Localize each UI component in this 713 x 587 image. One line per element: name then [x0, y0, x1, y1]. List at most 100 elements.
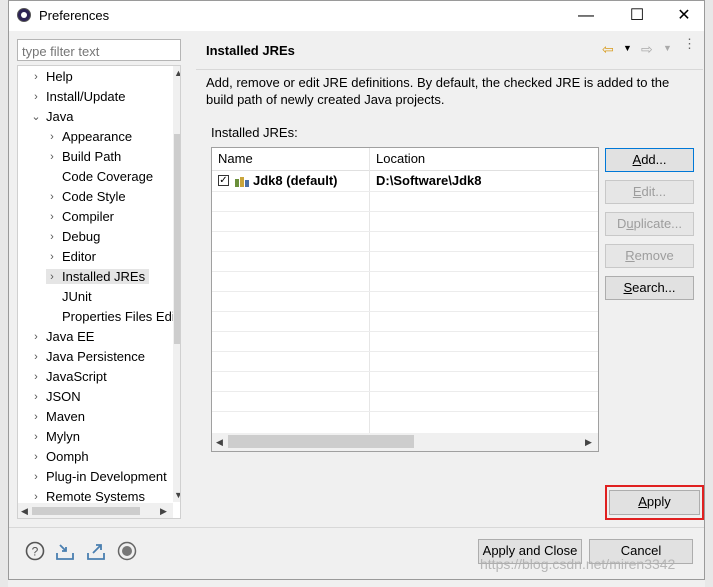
search-button[interactable]: Search...: [605, 276, 694, 300]
table-horizontal-scrollbar[interactable]: ◀ ▶: [212, 433, 598, 451]
chevron-right-icon[interactable]: ›: [30, 467, 42, 487]
edit-button[interactable]: Edit...: [605, 180, 694, 204]
record-icon[interactable]: [117, 541, 137, 561]
minimize-button[interactable]: —: [576, 6, 596, 26]
add-button[interactable]: Add...: [605, 148, 694, 172]
scroll-thumb[interactable]: [228, 435, 414, 448]
maximize-button[interactable]: ☐: [627, 6, 647, 26]
tree-item[interactable]: › JSON: [30, 387, 85, 407]
preference-tree: › Help › Install/Update ⌄ Java › Appearance › Bui…: [17, 65, 181, 519]
grid-line: [212, 331, 598, 332]
filter-input[interactable]: [20, 41, 182, 61]
tree-item[interactable]: › Java Persistence: [30, 347, 149, 367]
default-jre-checkbox[interactable]: ✓: [218, 175, 229, 186]
tree-item[interactable]: › Build Path: [46, 147, 125, 167]
tree-item[interactable]: › Appearance: [46, 127, 136, 147]
tree-item[interactable]: › Installed JREs: [46, 267, 150, 287]
chevron-right-icon[interactable]: ›: [30, 87, 42, 107]
scroll-thumb[interactable]: [32, 507, 140, 515]
apply-button[interactable]: Apply: [609, 490, 700, 515]
tree-item[interactable]: › Code Style: [46, 187, 130, 207]
scroll-right-icon[interactable]: ▶: [160, 506, 167, 517]
tree-item[interactable]: ⌄ Java: [30, 107, 77, 127]
help-icon[interactable]: ?: [25, 541, 45, 561]
tree-item[interactable]: › Java EE: [30, 327, 98, 347]
tree-item-label: Appearance: [62, 129, 133, 144]
scroll-down-icon[interactable]: ▼: [174, 490, 180, 500]
tree-item[interactable]: › JavaScript: [30, 367, 111, 387]
scroll-left-icon[interactable]: ◀: [21, 506, 28, 517]
chevron-down-icon[interactable]: ⌄: [30, 107, 42, 127]
tree-item-label: Remote Systems: [46, 489, 145, 504]
scroll-right-icon[interactable]: ▶: [585, 437, 592, 448]
tree-item[interactable]: Properties Files Edi: [46, 307, 179, 327]
tree-item[interactable]: Code Coverage: [46, 167, 157, 187]
watermark: https://blog.csdn.net/miren3342: [480, 556, 676, 572]
chevron-right-icon[interactable]: ›: [30, 347, 42, 367]
tree-horizontal-scrollbar[interactable]: ◀ ▶: [18, 503, 173, 518]
chevron-right-icon[interactable]: ›: [46, 247, 58, 267]
chevron-right-icon[interactable]: ›: [46, 147, 58, 167]
grid-line: [212, 291, 598, 292]
grid-line: [212, 271, 598, 272]
tree-item[interactable]: › Maven: [30, 407, 89, 427]
chevron-right-icon[interactable]: ›: [46, 127, 58, 147]
chevron-right-icon[interactable]: ›: [46, 207, 58, 227]
background-window-edge-right: [705, 0, 713, 587]
tree-item-label: Plug-in Development: [46, 469, 167, 484]
table-row[interactable]: ✓ Jdk8 (default) D:\Software\Jdk8: [212, 171, 598, 191]
tree-item[interactable]: › Debug: [46, 227, 104, 247]
tree-item-label: Properties Files Edi: [62, 309, 175, 324]
grid-line: [212, 231, 598, 232]
chevron-right-icon[interactable]: ›: [30, 407, 42, 427]
chevron-right-icon[interactable]: ›: [30, 367, 42, 387]
tree-item-label: JUnit: [62, 289, 92, 304]
import-icon[interactable]: [55, 541, 75, 561]
view-menu-icon[interactable]: ⋮: [683, 37, 696, 50]
page-title: Installed JREs: [206, 43, 295, 58]
divider: [196, 69, 703, 70]
column-header-location[interactable]: Location: [376, 151, 425, 166]
chevron-right-icon[interactable]: ›: [30, 427, 42, 447]
column-header-name[interactable]: Name: [218, 151, 253, 166]
jre-library-icon: [235, 177, 249, 187]
chevron-right-icon[interactable]: ›: [46, 227, 58, 247]
chevron-right-icon[interactable]: ›: [30, 387, 42, 407]
eclipse-icon: [17, 8, 31, 22]
tree-item[interactable]: › Compiler: [46, 207, 118, 227]
background-window-edge: [0, 0, 8, 587]
page-description: Add, remove or edit JRE definitions. By …: [206, 75, 670, 107]
installed-jres-label: Installed JREs:: [211, 125, 298, 140]
chevron-right-icon[interactable]: ›: [30, 67, 42, 87]
duplicate-button[interactable]: Duplicate...: [605, 212, 694, 236]
tree-item-label: Code Coverage: [62, 169, 154, 184]
tree-item[interactable]: › Mylyn: [30, 427, 84, 447]
export-icon[interactable]: [86, 541, 106, 561]
filter-box[interactable]: [17, 39, 182, 61]
back-menu-chevron-icon[interactable]: ▼: [623, 43, 632, 53]
forward-menu-chevron-icon[interactable]: ▼: [663, 43, 672, 53]
jre-name: Jdk8 (default): [253, 173, 338, 188]
tree-item[interactable]: › Editor: [46, 247, 100, 267]
grid-line: [212, 311, 598, 312]
scroll-thumb[interactable]: [174, 134, 180, 344]
tree-item[interactable]: JUnit: [46, 287, 96, 307]
close-button[interactable]: ✕: [674, 6, 694, 26]
scroll-left-icon[interactable]: ◀: [216, 437, 223, 448]
tree-item[interactable]: › Plug-in Development: [30, 467, 171, 487]
chevron-right-icon[interactable]: ›: [30, 447, 42, 467]
tree-item[interactable]: › Oomph: [30, 447, 93, 467]
divider: [9, 527, 704, 528]
scroll-up-icon[interactable]: ▲: [174, 68, 180, 78]
chevron-right-icon[interactable]: ›: [46, 187, 58, 207]
remove-button[interactable]: Remove: [605, 244, 694, 268]
chevron-right-icon[interactable]: ›: [46, 267, 58, 287]
tree-item[interactable]: › Help: [30, 67, 77, 87]
tree-vertical-scrollbar[interactable]: ▲ ▼: [173, 66, 180, 502]
grid-line: [212, 391, 598, 392]
svg-text:?: ?: [32, 545, 39, 559]
tree-item[interactable]: › Install/Update: [30, 87, 130, 107]
forward-icon[interactable]: ⇨: [641, 41, 653, 58]
chevron-right-icon[interactable]: ›: [30, 327, 42, 347]
back-icon[interactable]: ⇦: [602, 41, 614, 58]
